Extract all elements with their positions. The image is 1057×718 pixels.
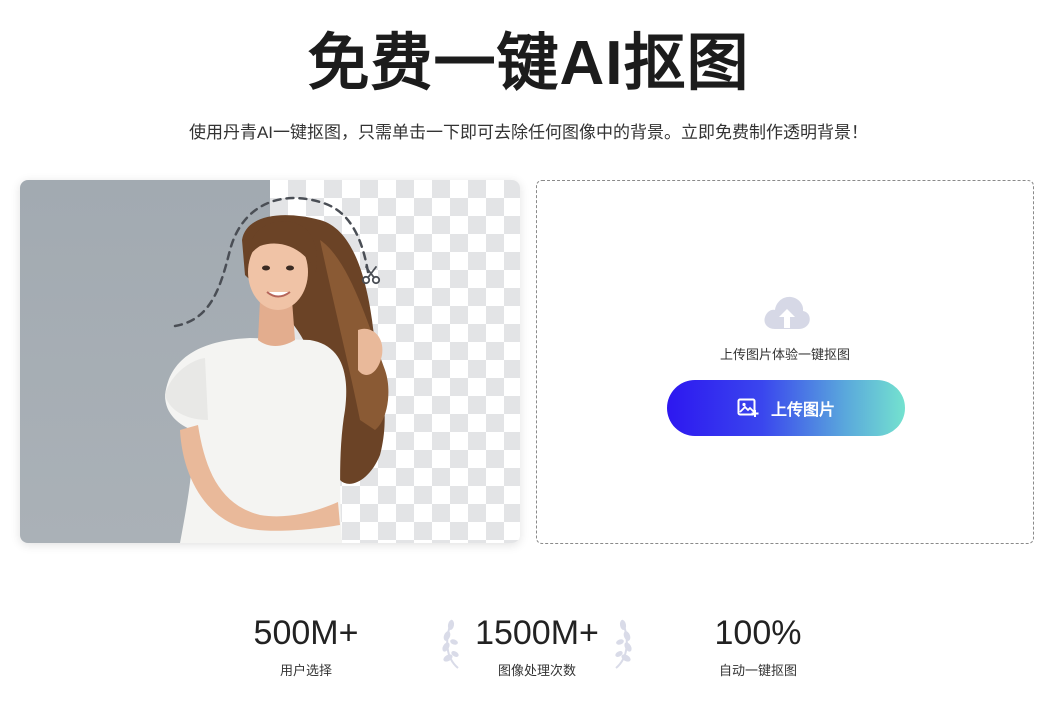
image-add-icon bbox=[737, 398, 759, 418]
stat-auto-cutout: 100% 自动一键抠图 bbox=[658, 612, 858, 679]
upload-image-button[interactable]: 上传图片 bbox=[667, 380, 905, 436]
stat-images-processed: 1500M+ 图像处理次数 bbox=[437, 612, 637, 679]
laurel-right-icon bbox=[610, 614, 634, 675]
upload-hint: 上传图片体验一键抠图 bbox=[719, 347, 850, 362]
upload-button-label: 上传图片 bbox=[770, 402, 835, 419]
stat-label: 用户选择 bbox=[279, 663, 332, 678]
woman-illustration bbox=[165, 196, 389, 543]
stat-users: 500M+ 用户选择 bbox=[206, 612, 406, 679]
scissors-icon bbox=[360, 264, 382, 291]
page-title: 免费一键AI抠图 bbox=[307, 29, 750, 98]
upload-dropzone[interactable]: 上传图片体验一键抠图 上传图片 bbox=[536, 180, 1034, 544]
cloud-upload-icon bbox=[763, 295, 811, 336]
stat-value: 500M+ bbox=[253, 614, 359, 652]
stat-label: 自动一键抠图 bbox=[718, 663, 797, 678]
stat-value: 100% bbox=[714, 614, 802, 652]
stat-value: 1500M+ bbox=[475, 614, 599, 652]
showcase-image bbox=[20, 180, 520, 543]
stat-label: 图像处理次数 bbox=[497, 663, 576, 678]
page-subtitle: 使用丹青AI一键抠图，只需单击一下即可去除任何图像中的背景。立即免费制作透明背景… bbox=[188, 123, 869, 142]
